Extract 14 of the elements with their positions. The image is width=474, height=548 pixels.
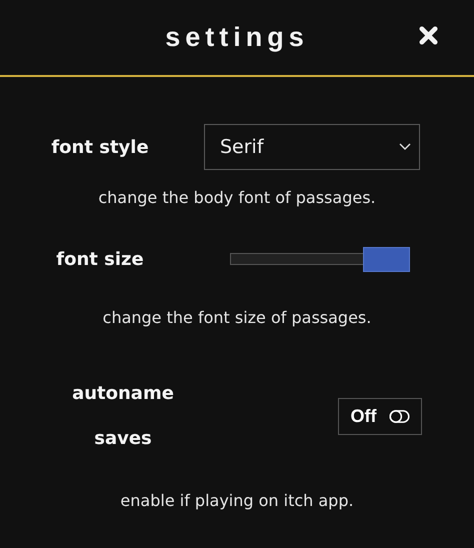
setting-description: change the body font of passages. [97, 188, 377, 207]
setting-description: enable if playing on itch app. [119, 491, 355, 510]
setting-description: change the font size of passages. [102, 308, 372, 327]
slider-thumb[interactable] [363, 247, 410, 272]
chevron-down-icon [399, 143, 411, 151]
setting-label: autoname saves [71, 382, 175, 451]
font-size-slider[interactable] [230, 247, 410, 272]
dialog-title: settings [165, 22, 309, 53]
toggle-icon [388, 410, 410, 422]
close-icon[interactable] [419, 26, 438, 45]
setting-label: font size [56, 249, 144, 270]
setting-label: font style [51, 136, 149, 158]
toggle-button[interactable]: Off [338, 398, 422, 434]
font-style-dropdown[interactable]: Serif [204, 124, 420, 170]
